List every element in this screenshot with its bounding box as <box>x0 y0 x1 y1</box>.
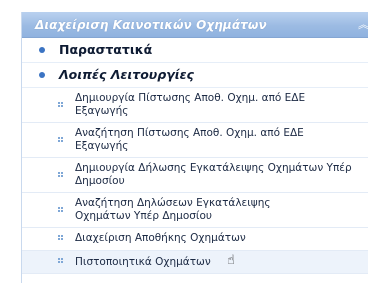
bullet-icon <box>39 47 45 53</box>
category-documents[interactable]: Παραστατικά <box>22 38 368 63</box>
grid-dots-icon <box>58 207 64 213</box>
menu-item-label: Πιστοποιητικά Οχημάτων <box>75 256 211 268</box>
grid-dots-icon <box>58 172 64 178</box>
double-chevron-up-icon[interactable]: ︽ <box>358 19 368 30</box>
menu-item-create-abandonment[interactable]: Δημιουργία Δήλωσης Εγκατάλειψης Οχημάτων… <box>22 158 368 193</box>
menu-item-search-credit[interactable]: Αναζήτηση Πίστωσης Αποθ. Οχημ. από ΕΔΕ Ε… <box>22 123 368 158</box>
grid-dots-icon <box>58 258 64 264</box>
menu-item-label: Διαχείριση Αποθήκης Οχημάτων <box>75 232 246 244</box>
grid-dots-icon <box>58 102 64 108</box>
category-label: Λοιπές Λειτουργίες <box>59 67 194 82</box>
menu-item-label: Αναζήτηση Πίστωσης Αποθ. Οχημ. από ΕΔΕ Ε… <box>75 127 304 152</box>
grid-dots-icon <box>58 235 64 241</box>
menu-item-label: Αναζήτηση Δηλώσεων Εγκατάλειψης Οχημάτων… <box>75 197 271 222</box>
menu-item-create-credit[interactable]: Δημιουργία Πίστωσης Αποθ. Οχημ. από ΕΔΕ … <box>22 88 368 123</box>
menu-panel: Διαχείριση Καινοτικών Οχημάτων ︽ Παραστα… <box>21 12 368 283</box>
hand-cursor-icon: ☝ <box>227 253 235 268</box>
menu-item-warehouse[interactable]: Διαχείριση Αποθήκης Οχημάτων <box>22 228 368 251</box>
category-other-functions[interactable]: Λοιπές Λειτουργίες <box>22 63 368 88</box>
menu-item-search-abandonment[interactable]: Αναζήτηση Δηλώσεων Εγκατάλειψης Οχημάτων… <box>22 193 368 228</box>
panel-header[interactable]: Διαχείριση Καινοτικών Οχημάτων ︽ <box>22 12 368 38</box>
panel-title: Διαχείριση Καινοτικών Οχημάτων <box>35 17 267 32</box>
grid-dots-icon <box>58 137 64 143</box>
menu-item-label: Δημιουργία Δήλωσης Εγκατάλειψης Οχημάτων… <box>75 162 352 187</box>
menu-item-label: Δημιουργία Πίστωσης Αποθ. Οχημ. από ΕΔΕ … <box>75 92 306 117</box>
category-label: Παραστατικά <box>59 42 153 57</box>
bullet-icon <box>39 72 45 78</box>
menu-item-certificates[interactable]: Πιστοποιητικά Οχημάτων ☝ <box>22 251 368 274</box>
